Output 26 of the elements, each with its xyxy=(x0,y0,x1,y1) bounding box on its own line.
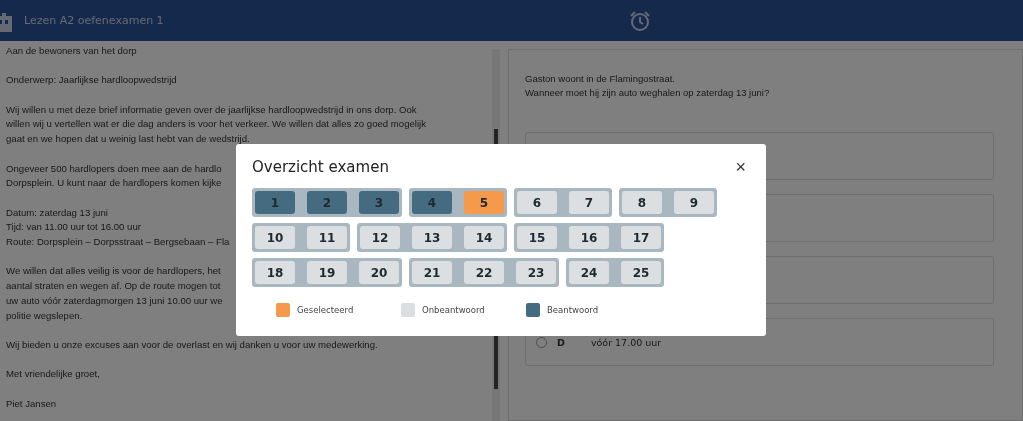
letter-line: We willen dat alles veilig is voor de hardlopers, het xyxy=(6,264,221,279)
letter-line: Tijd: van 11.00 uur tot 16.00 uur xyxy=(6,220,141,235)
legend-label: Beantwoord xyxy=(547,305,599,315)
letter-line: Wij willen u met deze brief informatie geven over de jaarlijkse hardloopwedstrijd in ons dorp. Ook xyxy=(6,102,417,117)
letter-line: gaat en we hopen dat u weinig last hebt van de wedstrijd. xyxy=(6,132,250,147)
dialog-title: Overzicht examen xyxy=(252,158,389,176)
letter-line: uw auto vóór zaterdagmorgen 13 juni 10.00 uur we xyxy=(6,293,223,308)
letter-line: Ongeveer 500 hardlopers doen mee aan de hardlo xyxy=(6,161,222,176)
question-text: Wanneer moet hij zijn auto weghalen op zaterdag 13 juni? xyxy=(525,86,771,100)
question-text: Gaston woont in de Flamingostraat. xyxy=(525,72,676,86)
letter-line: Met vriendelijke groet, xyxy=(6,367,100,382)
letter-line: Piet Jansen xyxy=(6,396,57,411)
letter-line: Wij bieden u onze excuses aan voor de overlast en wij danken u voor uw medewerking. xyxy=(6,337,378,352)
letter-line: Onderwerp: Jaarlijkse hardloopwedstrijd xyxy=(6,73,177,88)
option-text: vóór 17.00 uur xyxy=(590,336,662,348)
legend-label: Onbeantwoord xyxy=(422,305,485,315)
letter-line: Route: Dorpsplein – Dorpsstraat – Bergsebaan – Fla xyxy=(6,235,230,250)
option-letter: D xyxy=(557,336,565,348)
letter-line: politie wegslepen. xyxy=(6,308,83,323)
letter-line: Dorpsplein. U kunt naar de hardlopers komen kijke xyxy=(6,176,222,191)
letter-line: willen wij u vertellen wat er die dag anders is voor het verkeer. We willen dat alles zo goed mogelijk xyxy=(6,117,427,132)
legend-label: Geselecteerd xyxy=(297,305,354,315)
letter-line: aantal straten en wegen af. Op de route mogen tot xyxy=(6,279,221,294)
letter-line: Aan de bewoners van het dorp xyxy=(6,44,137,58)
exam-title: Lezen A2 oefenexamen 1 xyxy=(24,14,164,27)
letter-line: Datum: zaterdag 13 juni xyxy=(6,205,108,220)
